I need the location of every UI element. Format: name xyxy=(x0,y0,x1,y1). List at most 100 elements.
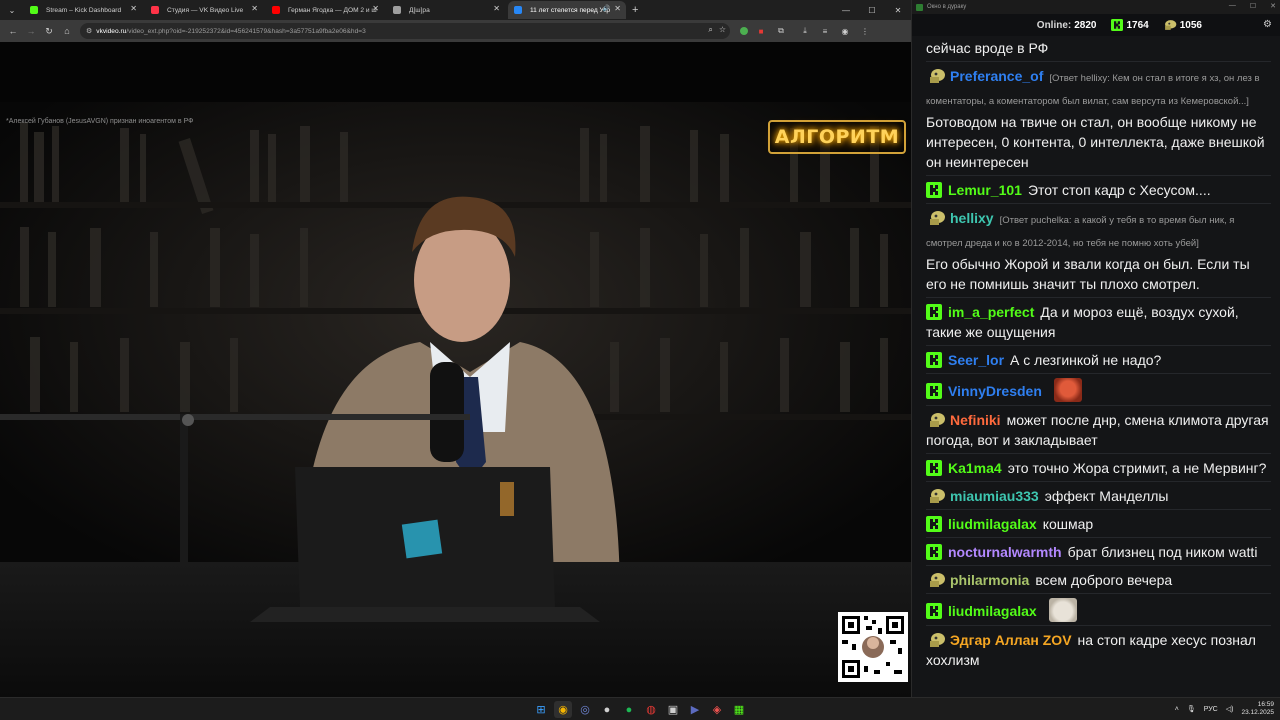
chat-username[interactable]: Nefiniki xyxy=(950,412,1001,428)
chat-username[interactable]: Lemur_101 xyxy=(948,182,1022,198)
gold-viewers-stat: 1056 xyxy=(1163,19,1202,31)
media-controls-icon[interactable]: ≡ xyxy=(818,24,832,38)
tray-chevron-icon[interactable]: ˄ xyxy=(1175,706,1179,713)
chat-message-text: А с лезгинкой не надо? xyxy=(1010,352,1162,368)
extension-green-icon[interactable] xyxy=(740,27,748,35)
profile-icon[interactable]: ◉ xyxy=(838,24,852,38)
tab-audio-icon[interactable]: 🔊 xyxy=(603,5,610,12)
spotify-icon[interactable]: ● xyxy=(620,701,638,718)
microphone-icon[interactable]: 🎙 xyxy=(1187,705,1196,713)
kick-count: 1764 xyxy=(1126,19,1149,31)
url-path: /video_ext.php?oid=-219252372&id=4562415… xyxy=(126,27,366,35)
reload-button[interactable]: ↻ xyxy=(40,22,58,40)
chat-message: Ka1ma4 это точно Жора стримит, а не Мерви… xyxy=(926,453,1271,481)
home-button[interactable]: ⌂ xyxy=(58,22,76,40)
chat-message-text: всем доброго вечера xyxy=(1035,572,1173,588)
start-icon[interactable]: ⊞ xyxy=(532,701,550,718)
online-label: Online: xyxy=(1036,19,1072,31)
tab-favicon-icon xyxy=(151,6,159,14)
extensions-icon[interactable]: ⧉ xyxy=(774,24,788,38)
chat-stats-bar: Online: 2820 1764 1056 ⚙ xyxy=(912,14,1280,36)
tab-close-icon[interactable]: ✕ xyxy=(493,4,500,13)
tab-favicon-icon xyxy=(393,6,401,14)
close-icon[interactable]: ✕ xyxy=(885,0,911,20)
new-tab-button[interactable]: + xyxy=(632,4,638,16)
system-tray: ˄ 🎙 РУС ◁) 16:59 23.12.2025 xyxy=(1175,701,1274,717)
chat-username[interactable]: liudmilagalax xyxy=(948,603,1037,619)
kick-badge-icon xyxy=(926,182,942,198)
tab-close-icon[interactable]: ✕ xyxy=(130,4,137,13)
window-controls: — ☐ ✕ xyxy=(833,0,911,20)
browser-window: ⌄ Stream – Kick Dashboard ✕ Студия — VK Ви… xyxy=(0,0,911,697)
chat-message-text: Его обычно Жорой и звали когда он был. Е… xyxy=(926,256,1250,292)
chat-username[interactable]: Эдгар Аллан ZOV xyxy=(950,632,1072,648)
chat-message: miaumiau333 эффект Манделлы xyxy=(926,481,1271,509)
chat-username[interactable]: Ka1ma4 xyxy=(948,460,1002,476)
player-icon[interactable]: ▶ xyxy=(686,701,704,718)
chat-message-list[interactable]: сейчас вроде в РФ Preferance_of [Ответ hel… xyxy=(912,36,1280,697)
bookmark-star-icon[interactable]: ☆ xyxy=(719,25,726,35)
gold-head-badge-icon xyxy=(926,572,946,588)
chat-message: Эдгар Аллан ZOV на стоп кадре хесус позна… xyxy=(926,625,1271,673)
clock[interactable]: 16:59 23.12.2025 xyxy=(1241,701,1274,717)
chrome-icon[interactable]: ◉ xyxy=(554,701,572,718)
chat-message: liudmilagalax xyxy=(926,593,1271,625)
close-icon[interactable]: ✕ xyxy=(1270,2,1276,10)
gold-head-badge-icon xyxy=(926,68,946,84)
browser-tab[interactable]: Stream – Kick Dashboard ✕ xyxy=(24,1,142,19)
tab-title: 11 лет стелется перед Укр xyxy=(530,6,611,14)
address-bar[interactable]: ⚙ vkvideo.ru/video_ext.php?oid=-21925237… xyxy=(80,23,730,39)
menu-icon[interactable]: ⋮ xyxy=(858,24,872,38)
browser-tab[interactable]: Студия — VK Видео Live ✕ xyxy=(145,1,263,19)
settings-gear-icon[interactable]: ⚙ xyxy=(1263,19,1272,30)
back-button[interactable]: ← xyxy=(4,22,22,40)
chat-username[interactable]: nocturnalwarmth xyxy=(948,544,1062,560)
online-count: 2820 xyxy=(1074,19,1097,31)
chat-username[interactable]: liudmilagalax xyxy=(948,516,1037,532)
forward-button[interactable]: → xyxy=(22,22,40,40)
tab-close-icon[interactable]: ✕ xyxy=(372,4,379,13)
recorder-icon[interactable]: ◍ xyxy=(642,701,660,718)
kick-badge-icon xyxy=(926,383,942,399)
kick-viewers-stat: 1764 xyxy=(1110,19,1149,31)
site-info-icon[interactable]: ⚙ xyxy=(86,27,92,35)
browser-tab[interactable]: Герман Ягодка — ДОМ 2 и ш ✕ xyxy=(266,1,384,19)
maximize-icon[interactable]: ☐ xyxy=(1250,2,1256,10)
chat-username[interactable]: philarmonia xyxy=(950,572,1029,588)
chat-username[interactable]: im_a_perfect xyxy=(948,304,1034,320)
tab-close-icon[interactable]: ✕ xyxy=(614,4,621,13)
tab-search-button[interactable]: ⌄ xyxy=(3,2,21,18)
download-icon[interactable]: ⤓ xyxy=(798,24,812,38)
language-indicator[interactable]: РУС xyxy=(1204,706,1218,713)
tab-close-icon[interactable]: ✕ xyxy=(251,4,258,13)
media-app-icon[interactable]: ▣ xyxy=(664,701,682,718)
zoom-icon[interactable]: ⌕ xyxy=(708,25,712,35)
chat-username[interactable]: VinnyDresden xyxy=(948,383,1042,399)
chat-message: Lemur_101 Этот стоп кадр с Хесусом.... xyxy=(926,175,1271,203)
tab-favicon-icon xyxy=(514,6,522,14)
minimize-icon[interactable]: — xyxy=(1229,2,1236,10)
tab-title: Студия — VK Видео Live xyxy=(167,6,244,14)
tab-title: Stream – Kick Dashboard xyxy=(46,6,122,14)
obs-icon[interactable]: ● xyxy=(598,701,616,718)
chat-username[interactable]: hellixy xyxy=(950,210,994,226)
maximize-icon[interactable]: ☐ xyxy=(859,0,885,20)
video-player[interactable]: *Алексей Губанов (JesusAVGN) признан ино… xyxy=(0,42,911,697)
chat-username[interactable]: Seer_lor xyxy=(948,352,1004,368)
kick-app-icon[interactable]: ▦ xyxy=(730,701,748,718)
volume-icon[interactable]: ◁) xyxy=(1226,705,1234,713)
minimize-icon[interactable]: — xyxy=(833,0,859,20)
discord-icon[interactable]: ◎ xyxy=(576,701,594,718)
browser-tab[interactable]: 11 лет стелется перед Укр 🔊 ✕ xyxy=(508,1,626,19)
browser-tab[interactable]: Д[ш]ра ✕ xyxy=(387,1,505,19)
chat-message-text: эффект Манделлы xyxy=(1044,488,1169,504)
chat-username[interactable]: miaumiau333 xyxy=(950,488,1039,504)
kick-badge-icon xyxy=(926,460,942,476)
chat-username[interactable]: Preferance_of xyxy=(950,68,1043,84)
chat-message: liudmilagalax кошмар xyxy=(926,509,1271,537)
url-domain: vkvideo.ru xyxy=(96,27,127,35)
telegram-icon[interactable]: ◈ xyxy=(708,701,726,718)
chat-message: VinnyDresden xyxy=(926,373,1271,405)
kick-badge-icon xyxy=(926,544,942,560)
extension-red-icon[interactable]: ■ xyxy=(754,24,768,38)
